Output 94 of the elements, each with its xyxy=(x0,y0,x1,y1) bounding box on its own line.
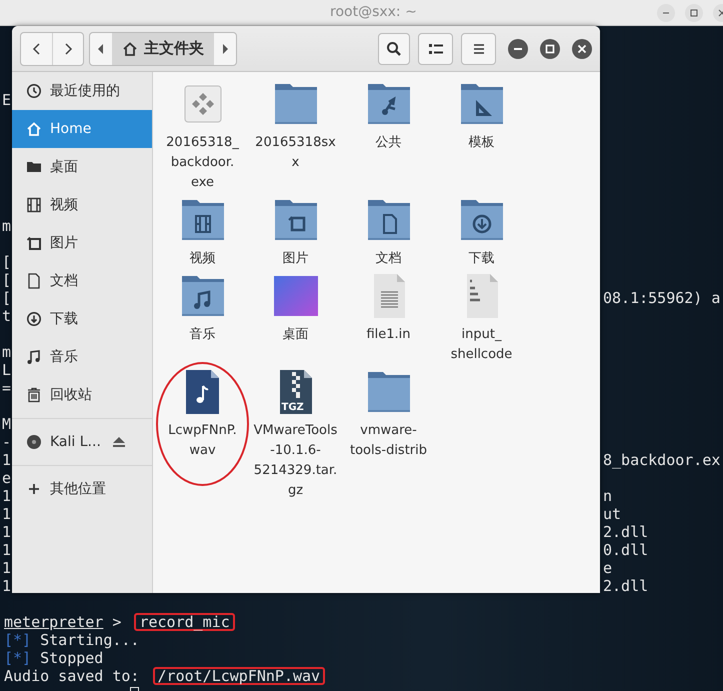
path-home-button[interactable]: 主文件夹 xyxy=(112,32,214,64)
terminal-text: m xyxy=(1,343,12,361)
sidebar-item[interactable]: 桌面 xyxy=(12,148,152,186)
terminal-text: 1 xyxy=(1,541,12,559)
close-icon xyxy=(577,44,587,54)
sidebar-item[interactable]: Home xyxy=(12,110,152,148)
terminal-text: 2.dll xyxy=(602,523,648,541)
file-path-text: /root/LcwpFNnP.wav xyxy=(152,667,326,685)
view-list-button[interactable] xyxy=(418,32,453,64)
document-icon xyxy=(26,273,42,289)
file-name[interactable]: 音乐 xyxy=(190,325,216,345)
sidebar-item[interactable]: 文档 xyxy=(12,262,152,300)
sidebar-item[interactable]: 其他位置 xyxy=(12,470,152,508)
terminal-text: 1 xyxy=(1,487,12,505)
close-button[interactable] xyxy=(572,38,592,58)
prompt-text: meterpreter xyxy=(4,613,104,631)
maximize-icon xyxy=(545,44,555,54)
maximize-icon xyxy=(690,8,698,16)
terminal-text: Audio saved to: xyxy=(4,667,140,685)
picture-icon xyxy=(26,235,42,251)
terminal-text: 1 xyxy=(1,559,12,577)
file-name[interactable]: 桌面 xyxy=(282,325,308,345)
music-note-icon xyxy=(26,349,42,365)
status-tag: [*] xyxy=(4,649,32,667)
terminal-text: m xyxy=(1,217,12,235)
file-name[interactable]: 视频 xyxy=(190,249,216,269)
film-icon xyxy=(26,197,42,213)
terminal-text: Starting... xyxy=(39,631,140,649)
terminal-text: 0.dll xyxy=(602,541,648,559)
disc-icon xyxy=(26,434,42,450)
sidebar-item[interactable]: 下载 xyxy=(12,300,152,338)
prompt-sign: > xyxy=(111,613,122,631)
terminal-text: 1 xyxy=(1,505,12,523)
terminal-text: 8_backdoor.ex xyxy=(602,451,720,469)
file-name[interactable]: 模板 xyxy=(468,133,494,153)
terminal-text: [ xyxy=(1,253,12,271)
terminal-text: [ xyxy=(1,271,12,289)
maximize-button[interactable] xyxy=(685,4,703,22)
file-name[interactable]: 公共 xyxy=(376,133,402,153)
terminal-text: n xyxy=(602,487,612,505)
sidebar-item[interactable]: 回收站 xyxy=(12,376,152,414)
terminal-text: 08.1:55962) a xyxy=(602,289,720,307)
terminal-text: = xyxy=(1,379,12,397)
file-name[interactable]: LcwpFNnP.wav xyxy=(160,421,244,461)
window-title: root@sxx: ~ xyxy=(330,4,417,20)
download-icon xyxy=(26,311,42,327)
menu-icon xyxy=(472,42,484,54)
home-icon xyxy=(26,121,42,137)
triangle-right-icon xyxy=(222,44,228,54)
trash-icon xyxy=(26,387,42,403)
chevron-left-icon xyxy=(32,42,42,56)
list-icon xyxy=(428,42,442,54)
minimize-button[interactable] xyxy=(508,38,528,58)
file-name[interactable]: input_shellcode xyxy=(440,325,524,365)
sidebar-item[interactable]: 图片 xyxy=(12,224,152,262)
search-button[interactable] xyxy=(378,32,410,64)
terminal-text: t xyxy=(1,307,12,325)
file-name[interactable]: VMwareTools-10.1.6-5214329.tar.gz xyxy=(254,421,338,501)
clock-icon xyxy=(26,83,42,99)
terminal-text: 2.dll xyxy=(602,577,648,595)
terminal-text: L xyxy=(1,361,12,379)
terminal-text: 1 xyxy=(1,577,12,595)
file-name[interactable]: file1.in xyxy=(366,325,411,345)
triangle-left-icon xyxy=(98,44,104,54)
folder-icon xyxy=(26,159,42,175)
file-name[interactable]: 图片 xyxy=(282,249,308,269)
terminal-text: e xyxy=(602,559,612,577)
sidebar-item[interactable]: Kali L... xyxy=(12,423,152,461)
maximize-button[interactable] xyxy=(540,38,560,58)
file-name[interactable]: 20165318sxx xyxy=(254,133,338,173)
search-icon xyxy=(386,40,402,56)
status-tag: [*] xyxy=(4,631,32,649)
terminal-text: e xyxy=(1,469,12,487)
command-text: record_mic xyxy=(134,613,235,631)
sidebar-item[interactable]: 最近使用的 xyxy=(12,72,152,110)
menu-button[interactable] xyxy=(461,32,496,64)
file-name[interactable]: 20165318_backdoor.exe xyxy=(160,133,244,193)
terminal-text: E xyxy=(1,91,12,109)
plus-icon xyxy=(26,481,42,497)
terminal-text: Stopped xyxy=(39,649,104,667)
file-name[interactable]: vmware-tools-distrib xyxy=(346,421,430,461)
file-name[interactable]: 下载 xyxy=(468,249,494,269)
terminal-text: - xyxy=(1,433,12,451)
chevron-right-icon xyxy=(63,42,73,56)
terminal-text: ut xyxy=(602,505,622,523)
file-name[interactable]: 文档 xyxy=(376,249,402,269)
eject-icon[interactable] xyxy=(112,436,126,448)
sidebar-item[interactable]: 视频 xyxy=(12,186,152,224)
terminal-text: 1 xyxy=(1,451,12,469)
terminal-text: [ xyxy=(1,289,12,307)
terminal-text: 1 xyxy=(1,523,12,541)
home-icon xyxy=(122,40,138,56)
sidebar-item[interactable]: 音乐 xyxy=(12,338,152,376)
terminal-text: M xyxy=(1,415,12,433)
